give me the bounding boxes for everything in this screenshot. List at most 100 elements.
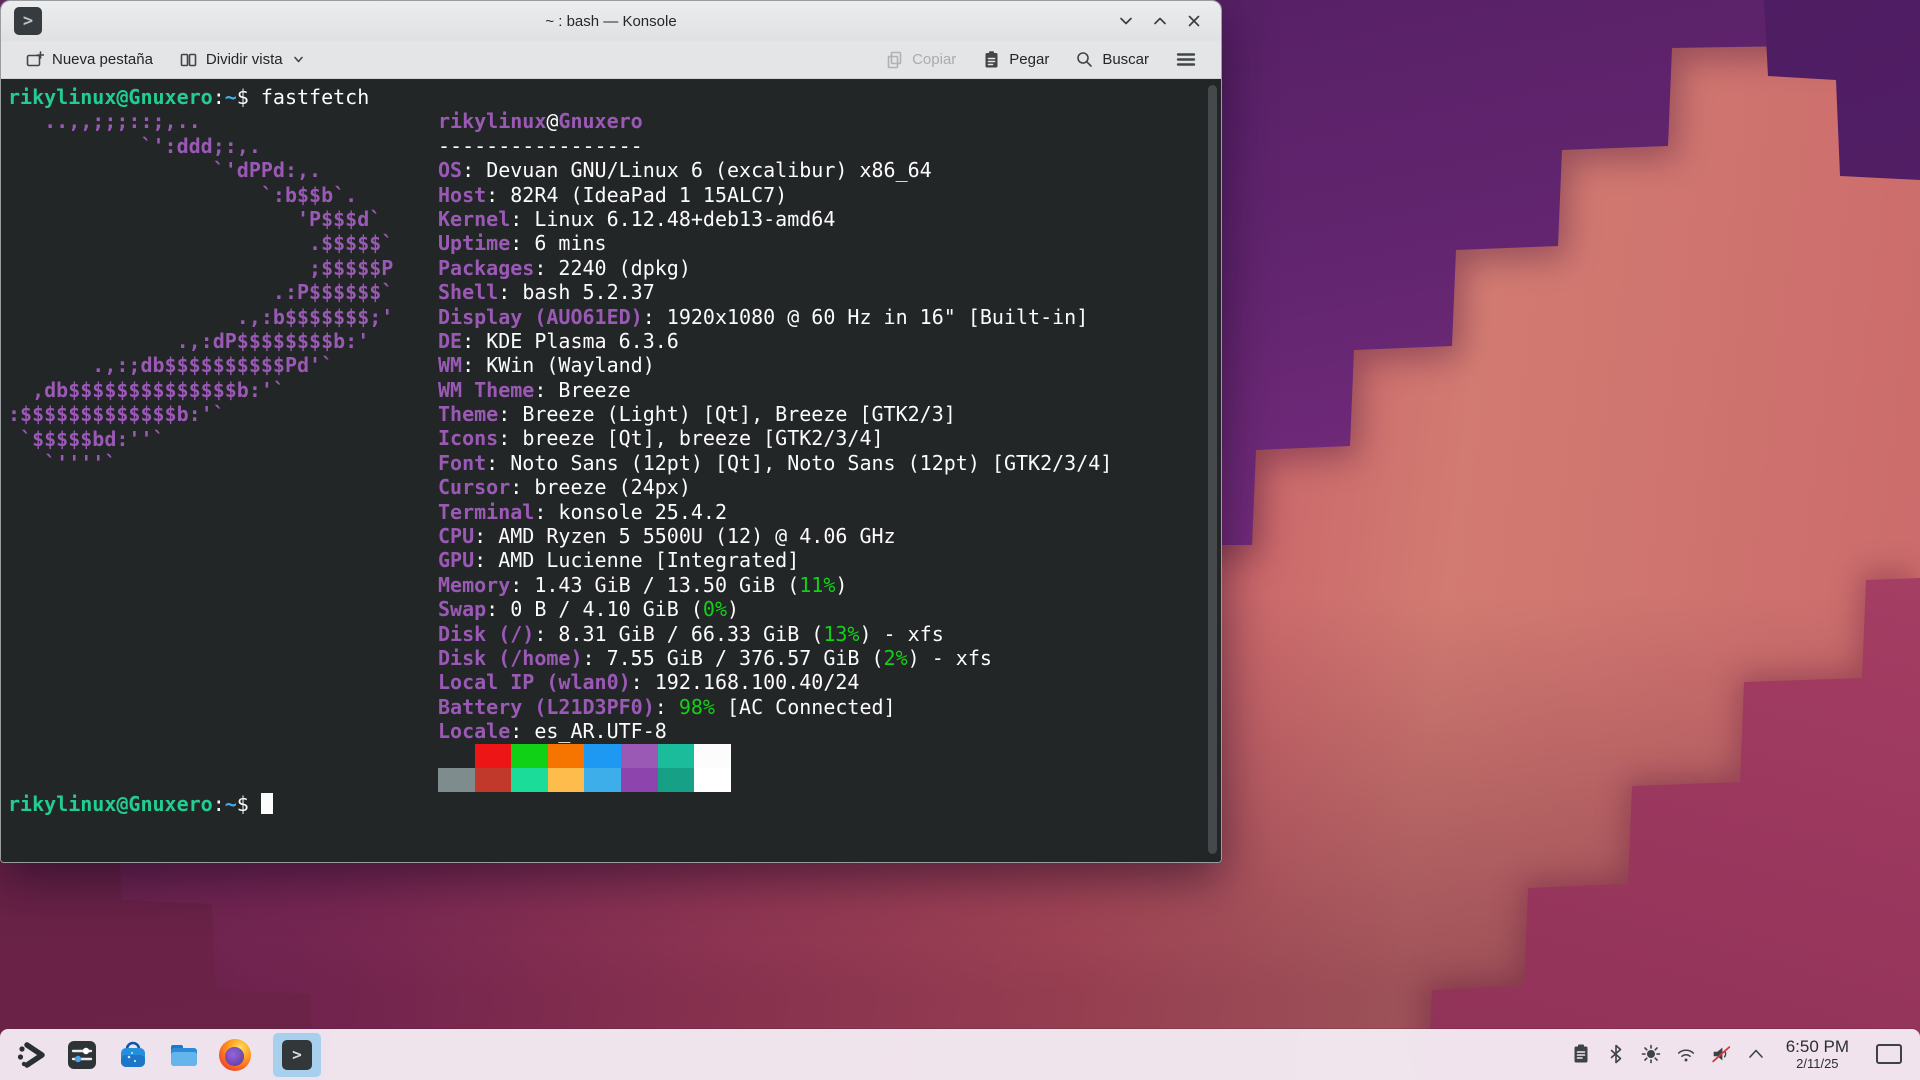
bluetooth-tray-button[interactable] bbox=[1605, 1043, 1627, 1065]
system-settings-button[interactable] bbox=[65, 1038, 99, 1072]
color-swatch bbox=[658, 768, 695, 792]
paste-icon bbox=[982, 50, 1001, 69]
fastfetch-entry-line: Battery (L21D3PF0): 98% [AC Connected] bbox=[438, 695, 1201, 719]
konsole-window: > ~ : bash — Konsole Nueva pestaña bbox=[0, 0, 1222, 863]
discover-button[interactable] bbox=[116, 1038, 150, 1072]
search-icon bbox=[1075, 50, 1094, 69]
search-button[interactable]: Buscar bbox=[1067, 45, 1157, 74]
split-view-icon bbox=[179, 50, 198, 69]
fastfetch-entry-line: Shell: bash 5.2.37 bbox=[438, 280, 1201, 304]
maximize-button[interactable] bbox=[1149, 10, 1171, 32]
minimize-button[interactable] bbox=[1115, 10, 1137, 32]
new-tab-button[interactable]: Nueva pestaña bbox=[17, 45, 161, 74]
terminal-color-palette bbox=[438, 744, 1201, 793]
prompt-line-command: rikylinux@Gnuxero:~$ fastfetch bbox=[8, 85, 1201, 109]
maximize-icon bbox=[1152, 13, 1168, 29]
color-palette-row bbox=[438, 768, 1201, 792]
konsole-task-active[interactable]: > bbox=[273, 1033, 321, 1077]
brightness-tray-button[interactable] bbox=[1640, 1043, 1662, 1065]
fastfetch-entry-line: Host: 82R4 (IdeaPad 1 15ALC7) bbox=[438, 183, 1201, 207]
color-swatch bbox=[694, 744, 731, 768]
digital-clock[interactable]: 6:50 PM 2/11/25 bbox=[1786, 1037, 1849, 1071]
file-manager-button[interactable] bbox=[167, 1038, 201, 1072]
system-settings-icon bbox=[65, 1038, 99, 1072]
color-swatch bbox=[475, 744, 512, 768]
show-desktop-button[interactable] bbox=[1876, 1044, 1902, 1064]
konsole-app-icon: > bbox=[14, 7, 42, 35]
fastfetch-output: ..,,;;;::;,.. `':ddd;:,. `'dPPd:,. `:b$$… bbox=[8, 109, 1201, 792]
search-label: Buscar bbox=[1102, 51, 1149, 68]
paste-button[interactable]: Pegar bbox=[974, 45, 1057, 74]
paste-label: Pegar bbox=[1009, 51, 1049, 68]
color-swatch bbox=[511, 768, 548, 792]
fastfetch-entry-line: Icons: breeze [Qt], breeze [GTK2/3/4] bbox=[438, 426, 1201, 450]
fastfetch-entry-line: Packages: 2240 (dpkg) bbox=[438, 256, 1201, 280]
prompt-user-host: rikylinux@Gnuxero bbox=[8, 85, 213, 109]
fastfetch-entry-line: Kernel: Linux 6.12.48+deb13-amd64 bbox=[438, 207, 1201, 231]
tray-expander-button[interactable] bbox=[1745, 1043, 1767, 1065]
window-controls bbox=[1115, 10, 1221, 32]
fastfetch-entry-line: Memory: 1.43 GiB / 13.50 GiB (11%) bbox=[438, 573, 1201, 597]
volume-muted-icon bbox=[1710, 1043, 1732, 1065]
clock-date: 2/11/25 bbox=[1786, 1057, 1849, 1072]
app-launcher-icon bbox=[14, 1038, 48, 1072]
typed-command: fastfetch bbox=[261, 85, 369, 109]
color-swatch bbox=[584, 768, 621, 792]
copy-icon bbox=[885, 50, 904, 69]
color-swatch bbox=[621, 768, 658, 792]
chevron-up-icon bbox=[1745, 1043, 1767, 1065]
color-swatch bbox=[658, 744, 695, 768]
fastfetch-entry-line: CPU: AMD Ryzen 5 5500U (12) @ 4.06 GHz bbox=[438, 524, 1201, 548]
fastfetch-entry-line: WM Theme: Breeze bbox=[438, 378, 1201, 402]
taskbar-launchers: > bbox=[14, 1033, 321, 1077]
wifi-icon bbox=[1675, 1043, 1697, 1065]
fastfetch-entry-line: OS: Devuan GNU/Linux 6 (excalibur) x86_6… bbox=[438, 158, 1201, 182]
split-view-button[interactable]: Dividir vista bbox=[171, 45, 312, 74]
fastfetch-entry-line: WM: KWin (Wayland) bbox=[438, 353, 1201, 377]
firefox-icon bbox=[219, 1039, 251, 1071]
copy-label: Copiar bbox=[912, 51, 956, 68]
bluetooth-icon bbox=[1606, 1043, 1626, 1065]
konsole-task-icon: > bbox=[282, 1040, 312, 1070]
fastfetch-entry-line: Cursor: breeze (24px) bbox=[438, 475, 1201, 499]
network-tray-button[interactable] bbox=[1675, 1043, 1697, 1065]
new-tab-label: Nueva pestaña bbox=[52, 51, 153, 68]
terminal-scrollbar[interactable] bbox=[1208, 85, 1217, 854]
fastfetch-entry-line: Terminal: konsole 25.4.2 bbox=[438, 500, 1201, 524]
konsole-toolbar: Nueva pestaña Dividir vista Copiar bbox=[1, 41, 1221, 79]
fastfetch-separator-line: ----------------- bbox=[438, 134, 1201, 158]
fastfetch-entry-line: Disk (/home): 7.55 GiB / 376.57 GiB (2%)… bbox=[438, 646, 1201, 670]
fastfetch-info-column: rikylinux@Gnuxero-----------------OS: De… bbox=[438, 109, 1201, 792]
color-swatch bbox=[548, 744, 585, 768]
clock-time: 6:50 PM bbox=[1786, 1037, 1849, 1057]
taskbar-panel: > bbox=[0, 1029, 1920, 1080]
close-button[interactable] bbox=[1183, 10, 1205, 32]
fastfetch-entry-line: Disk (/): 8.31 GiB / 66.33 GiB (13%) - x… bbox=[438, 622, 1201, 646]
konsole-icon-glyph: > bbox=[292, 1045, 302, 1064]
terminal-view[interactable]: rikylinux@Gnuxero:~$ fastfetch ..,,;;;::… bbox=[1, 79, 1221, 862]
prompt-path: ~ bbox=[225, 85, 237, 109]
copy-button[interactable]: Copiar bbox=[877, 45, 964, 74]
color-swatch bbox=[621, 744, 658, 768]
new-tab-icon bbox=[25, 50, 44, 69]
menu-button[interactable] bbox=[1167, 45, 1205, 74]
fastfetch-entry-line: DE: KDE Plasma 6.3.6 bbox=[438, 329, 1201, 353]
fastfetch-entry-line: Theme: Breeze (Light) [Qt], Breeze [GTK2… bbox=[438, 402, 1201, 426]
prompt-line-current: rikylinux@Gnuxero:~$ bbox=[8, 792, 1201, 816]
firefox-button[interactable] bbox=[218, 1038, 252, 1072]
fastfetch-entry-line: Local IP (wlan0): 192.168.100.40/24 bbox=[438, 670, 1201, 694]
split-view-label: Dividir vista bbox=[206, 51, 283, 68]
volume-tray-button[interactable] bbox=[1710, 1043, 1732, 1065]
color-swatch bbox=[438, 744, 475, 768]
app-launcher-button[interactable] bbox=[14, 1038, 48, 1072]
fastfetch-entry-line: Uptime: 6 mins bbox=[438, 231, 1201, 255]
minimize-icon bbox=[1118, 13, 1134, 29]
fastfetch-entry-line: Display (AUO61ED): 1920x1080 @ 60 Hz in … bbox=[438, 305, 1201, 329]
color-swatch bbox=[475, 768, 512, 792]
color-swatch bbox=[694, 768, 731, 792]
clipboard-tray-button[interactable] bbox=[1570, 1043, 1592, 1065]
konsole-icon-glyph: > bbox=[23, 11, 33, 31]
brightness-icon bbox=[1640, 1043, 1662, 1065]
window-titlebar[interactable]: > ~ : bash — Konsole bbox=[1, 1, 1221, 41]
discover-icon bbox=[116, 1038, 150, 1072]
